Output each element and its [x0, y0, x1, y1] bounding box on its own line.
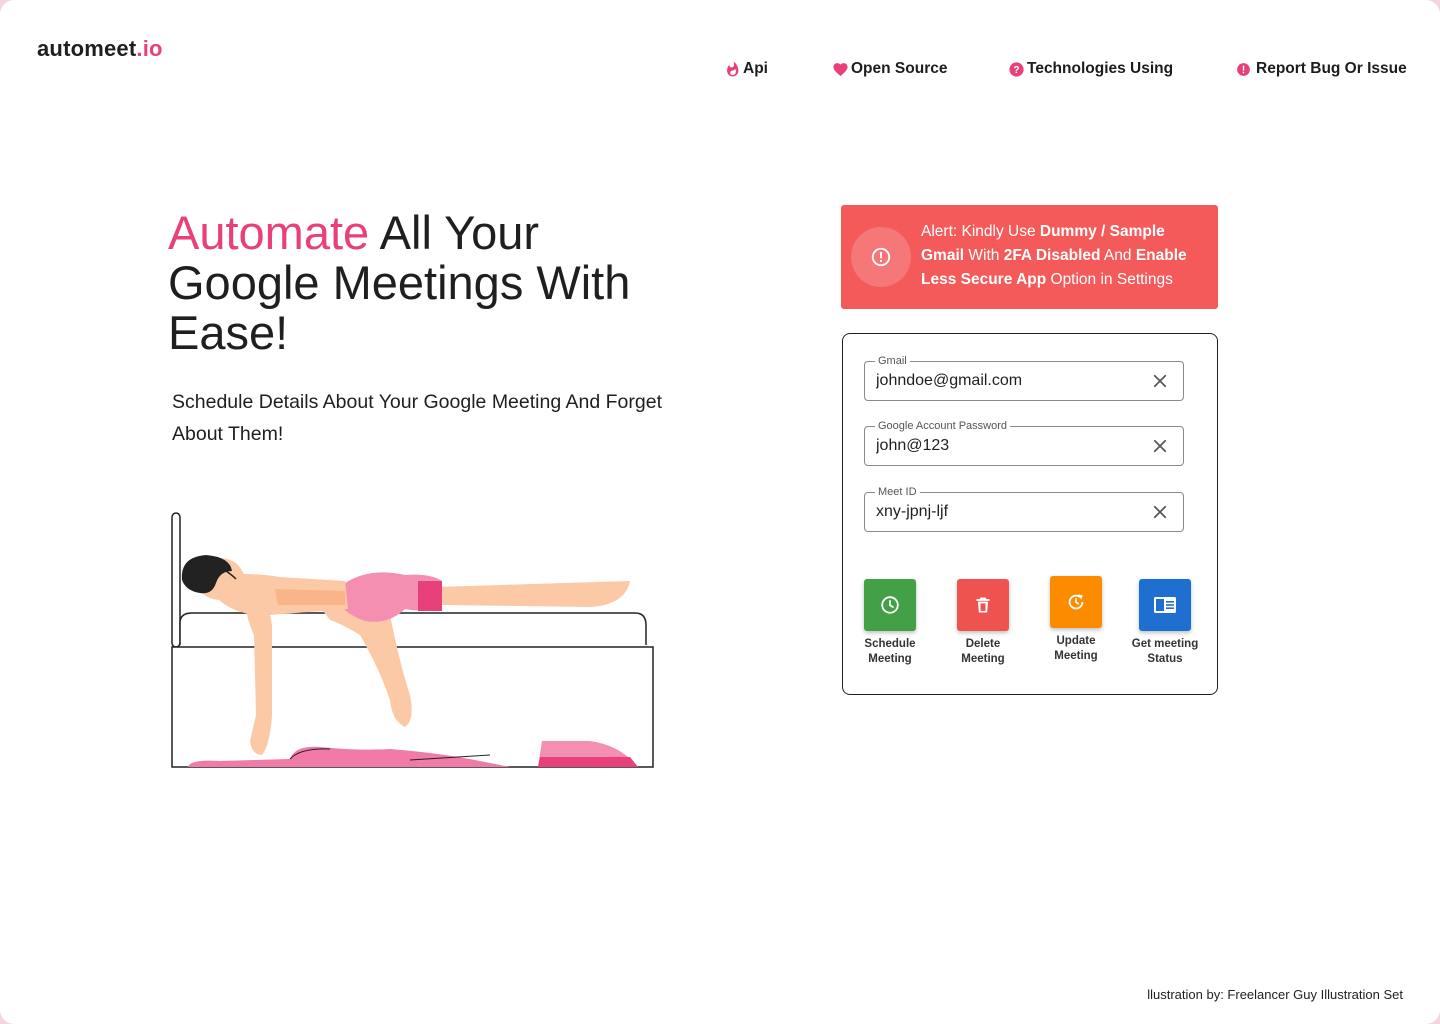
refresh-icon [1068, 594, 1084, 610]
delete-meeting-label: Delete Meeting [961, 638, 1005, 665]
clock-icon [881, 596, 899, 614]
alert-text-bold: 2FA Disabled [1003, 247, 1101, 264]
illustration-credit: llustration by: Freelancer Guy Illustrat… [1147, 987, 1403, 1002]
clear-password-icon[interactable] [1151, 437, 1169, 455]
schedule-meeting-button[interactable]: Schedule Meeting [850, 579, 930, 667]
password-input[interactable] [876, 435, 1136, 457]
schedule-meeting-label: Schedule Meeting [864, 638, 916, 665]
nav-technologies[interactable]: ? Technologies Using [1008, 60, 1173, 78]
nav-report-bug-label: Report Bug Or Issue [1256, 60, 1407, 77]
status-tile[interactable] [1139, 579, 1191, 631]
alert-text: Alert: Kindly Use Dummy / Sample Gmail W… [921, 220, 1211, 292]
page: automeet.io Api Open Source ? Technologi… [0, 0, 1440, 1024]
schedule-tile[interactable] [864, 579, 916, 631]
get-meeting-status-label: Get meeting Status [1131, 638, 1199, 665]
fire-icon [727, 60, 739, 76]
hero-title-accent: Automate [168, 206, 370, 259]
password-field: Google Account Password [864, 419, 1184, 466]
meet-id-field: Meet ID [864, 485, 1184, 532]
hero-title: Automate All Your Google Meetings With E… [168, 208, 688, 358]
update-meeting-button[interactable]: Update Meeting [1036, 576, 1116, 664]
hero-subtitle: Schedule Details About Your Google Meeti… [172, 391, 663, 445]
get-meeting-status-button[interactable]: Get meeting Status [1125, 579, 1205, 667]
delete-meeting-button[interactable]: Delete Meeting [943, 579, 1023, 667]
nav-open-source[interactable]: Open Source [832, 60, 947, 78]
update-meeting-label: Update Meeting [1054, 635, 1098, 662]
nav-api[interactable]: Api [724, 60, 768, 78]
alert-text-part: And [1100, 247, 1136, 264]
nav-report-bug[interactable]: Report Bug Or Issue [1235, 60, 1407, 78]
gmail-field: Gmail [864, 354, 1184, 401]
logo-tld: .io [136, 36, 163, 61]
meeting-form-card: Gmail Google Account Password Meet ID Sc… [842, 333, 1218, 695]
error-outline-icon [871, 247, 891, 267]
alert-circle-icon [1237, 62, 1250, 76]
nav-api-label: Api [743, 60, 768, 77]
gmail-field-label: Gmail [875, 354, 910, 368]
help-circle-icon: ? [1009, 61, 1024, 77]
logo-text: automeet [37, 36, 137, 61]
clear-meet-id-icon[interactable] [1151, 503, 1169, 521]
status-card-icon [1154, 597, 1176, 613]
gmail-input[interactable] [876, 370, 1136, 392]
alert-icon-badge [851, 227, 911, 287]
meet-id-field-label: Meet ID [875, 485, 920, 499]
logo[interactable]: automeet.io [37, 36, 163, 62]
nav-open-source-label: Open Source [851, 60, 948, 77]
alert-text-part: Alert: Kindly Use [921, 223, 1040, 240]
nav-technologies-label: Technologies Using [1027, 60, 1174, 77]
svg-text:?: ? [1013, 65, 1019, 76]
sleeping-person-illustration [171, 512, 654, 768]
clear-gmail-icon[interactable] [1151, 372, 1169, 390]
trash-icon [976, 597, 990, 613]
alert-text-part: With [964, 247, 1004, 264]
alert-banner: Alert: Kindly Use Dummy / Sample Gmail W… [841, 205, 1218, 309]
alert-text-part: Option in Settings [1046, 271, 1173, 288]
delete-tile[interactable] [957, 579, 1009, 631]
heart-icon [833, 62, 848, 76]
password-field-label: Google Account Password [875, 419, 1011, 433]
update-tile[interactable] [1050, 576, 1102, 628]
meet-id-input[interactable] [876, 501, 1136, 523]
